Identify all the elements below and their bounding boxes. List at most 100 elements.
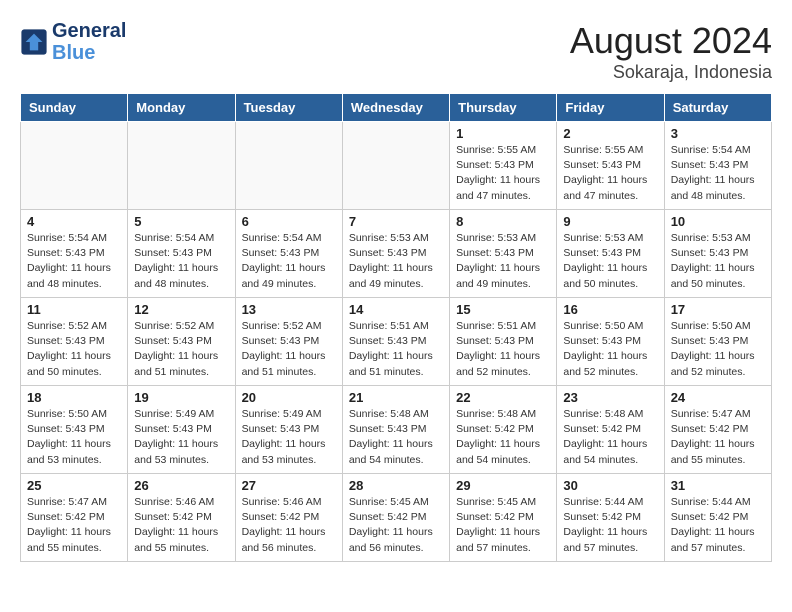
cell-info: Sunrise: 5:54 AMSunset: 5:43 PMDaylight:… xyxy=(671,143,765,204)
calendar-cell: 26 Sunrise: 5:46 AMSunset: 5:42 PMDayligh… xyxy=(128,474,235,562)
day-number: 8 xyxy=(456,214,550,229)
day-number: 6 xyxy=(242,214,336,229)
weekday-header-friday: Friday xyxy=(557,94,664,122)
weekday-header-wednesday: Wednesday xyxy=(342,94,449,122)
calendar-cell: 31 Sunrise: 5:44 AMSunset: 5:42 PMDayligh… xyxy=(664,474,771,562)
cell-info: Sunrise: 5:50 AMSunset: 5:43 PMDaylight:… xyxy=(563,319,657,380)
location-subtitle: Sokaraja, Indonesia xyxy=(570,62,772,83)
cell-info: Sunrise: 5:48 AMSunset: 5:42 PMDaylight:… xyxy=(563,407,657,468)
calendar-cell: 7 Sunrise: 5:53 AMSunset: 5:43 PMDaylight… xyxy=(342,210,449,298)
calendar-cell: 9 Sunrise: 5:53 AMSunset: 5:43 PMDaylight… xyxy=(557,210,664,298)
day-number: 1 xyxy=(456,126,550,141)
cell-info: Sunrise: 5:49 AMSunset: 5:43 PMDaylight:… xyxy=(242,407,336,468)
calendar-cell: 16Sunrise: 5:50 AMSunset: 5:43 PMDayligh… xyxy=(557,298,664,386)
logo-text-line1: General xyxy=(52,20,126,42)
day-number: 13 xyxy=(242,302,336,317)
day-number: 24 xyxy=(671,390,765,405)
calendar-cell: 8 Sunrise: 5:53 AMSunset: 5:43 PMDaylight… xyxy=(450,210,557,298)
logo-text-line2: Blue xyxy=(52,42,126,64)
calendar-cell xyxy=(128,122,235,210)
day-number: 7 xyxy=(349,214,443,229)
calendar-cell: 17 Sunrise: 5:50 AMSunset: 5:43 PMDayligh… xyxy=(664,298,771,386)
cell-info: Sunrise: 5:53 AMSunset: 5:43 PMDaylight:… xyxy=(456,231,550,292)
cell-info: Sunrise: 5:53 AMSunset: 5:43 PMDaylight:… xyxy=(349,231,443,292)
cell-info: Sunrise: 5:46 AMSunset: 5:42 PMDaylight:… xyxy=(134,495,228,556)
calendar-cell: 21Sunrise: 5:48 AMSunset: 5:43 PMDayligh… xyxy=(342,386,449,474)
cell-info: Sunrise: 5:44 AMSunset: 5:42 PMDaylight:… xyxy=(671,495,765,556)
day-number: 25 xyxy=(27,478,121,493)
day-number: 22 xyxy=(456,390,550,405)
weekday-header-sunday: Sunday xyxy=(21,94,128,122)
calendar-cell: 18 Sunrise: 5:50 AMSunset: 5:43 PMDayligh… xyxy=(21,386,128,474)
calendar-cell: 14 Sunrise: 5:51 AMSunset: 5:43 PMDayligh… xyxy=(342,298,449,386)
cell-info: Sunrise: 5:51 AMSunset: 5:43 PMDaylight:… xyxy=(349,319,443,380)
day-number: 5 xyxy=(134,214,228,229)
day-number: 27 xyxy=(242,478,336,493)
weekday-header-saturday: Saturday xyxy=(664,94,771,122)
cell-info: Sunrise: 5:53 AMSunset: 5:43 PMDaylight:… xyxy=(563,231,657,292)
day-number: 30 xyxy=(563,478,657,493)
weekday-header-thursday: Thursday xyxy=(450,94,557,122)
calendar-cell: 3 Sunrise: 5:54 AMSunset: 5:43 PMDaylight… xyxy=(664,122,771,210)
cell-info: Sunrise: 5:44 AMSunset: 5:42 PMDaylight:… xyxy=(563,495,657,556)
day-number: 19 xyxy=(134,390,228,405)
calendar-cell: 25 Sunrise: 5:47 AMSunset: 5:42 PMDayligh… xyxy=(21,474,128,562)
day-number: 18 xyxy=(27,390,121,405)
day-number: 28 xyxy=(349,478,443,493)
calendar-table: SundayMondayTuesdayWednesdayThursdayFrid… xyxy=(20,93,772,562)
calendar-cell: 22Sunrise: 5:48 AMSunset: 5:42 PMDayligh… xyxy=(450,386,557,474)
cell-info: Sunrise: 5:47 AMSunset: 5:42 PMDaylight:… xyxy=(27,495,121,556)
day-number: 10 xyxy=(671,214,765,229)
calendar-cell: 27 Sunrise: 5:46 AMSunset: 5:42 PMDayligh… xyxy=(235,474,342,562)
day-number: 20 xyxy=(242,390,336,405)
day-number: 9 xyxy=(563,214,657,229)
calendar-cell: 19 Sunrise: 5:49 AMSunset: 5:43 PMDayligh… xyxy=(128,386,235,474)
calendar-cell: 15 Sunrise: 5:51 AMSunset: 5:43 PMDayligh… xyxy=(450,298,557,386)
cell-info: Sunrise: 5:46 AMSunset: 5:42 PMDaylight:… xyxy=(242,495,336,556)
day-number: 31 xyxy=(671,478,765,493)
title-block: August 2024 Sokaraja, Indonesia xyxy=(570,20,772,83)
day-number: 15 xyxy=(456,302,550,317)
day-number: 23 xyxy=(563,390,657,405)
cell-info: Sunrise: 5:54 AMSunset: 5:43 PMDaylight:… xyxy=(134,231,228,292)
calendar-cell: 5 Sunrise: 5:54 AMSunset: 5:43 PMDaylight… xyxy=(128,210,235,298)
day-number: 12 xyxy=(134,302,228,317)
calendar-cell: 1 Sunrise: 5:55 AMSunset: 5:43 PMDaylight… xyxy=(450,122,557,210)
day-number: 3 xyxy=(671,126,765,141)
cell-info: Sunrise: 5:50 AMSunset: 5:43 PMDaylight:… xyxy=(27,407,121,468)
day-number: 14 xyxy=(349,302,443,317)
cell-info: Sunrise: 5:51 AMSunset: 5:43 PMDaylight:… xyxy=(456,319,550,380)
calendar-cell xyxy=(342,122,449,210)
cell-info: Sunrise: 5:49 AMSunset: 5:43 PMDaylight:… xyxy=(134,407,228,468)
cell-info: Sunrise: 5:54 AMSunset: 5:43 PMDaylight:… xyxy=(242,231,336,292)
calendar-cell: 12 Sunrise: 5:52 AMSunset: 5:43 PMDayligh… xyxy=(128,298,235,386)
day-number: 26 xyxy=(134,478,228,493)
calendar-cell: 6 Sunrise: 5:54 AMSunset: 5:43 PMDaylight… xyxy=(235,210,342,298)
calendar-cell xyxy=(21,122,128,210)
calendar-cell: 2Sunrise: 5:55 AMSunset: 5:43 PMDaylight… xyxy=(557,122,664,210)
calendar-cell: 11Sunrise: 5:52 AMSunset: 5:43 PMDayligh… xyxy=(21,298,128,386)
calendar-cell xyxy=(235,122,342,210)
cell-info: Sunrise: 5:50 AMSunset: 5:43 PMDaylight:… xyxy=(671,319,765,380)
cell-info: Sunrise: 5:55 AMSunset: 5:43 PMDaylight:… xyxy=(456,143,550,204)
weekday-header-monday: Monday xyxy=(128,94,235,122)
cell-info: Sunrise: 5:45 AMSunset: 5:42 PMDaylight:… xyxy=(456,495,550,556)
cell-info: Sunrise: 5:52 AMSunset: 5:43 PMDaylight:… xyxy=(242,319,336,380)
calendar-cell: 24Sunrise: 5:47 AMSunset: 5:42 PMDayligh… xyxy=(664,386,771,474)
cell-info: Sunrise: 5:52 AMSunset: 5:43 PMDaylight:… xyxy=(134,319,228,380)
calendar-cell: 10 Sunrise: 5:53 AMSunset: 5:43 PMDayligh… xyxy=(664,210,771,298)
calendar-cell: 28 Sunrise: 5:45 AMSunset: 5:42 PMDayligh… xyxy=(342,474,449,562)
day-number: 17 xyxy=(671,302,765,317)
month-year-title: August 2024 xyxy=(570,20,772,62)
cell-info: Sunrise: 5:52 AMSunset: 5:43 PMDaylight:… xyxy=(27,319,121,380)
cell-info: Sunrise: 5:55 AMSunset: 5:43 PMDaylight:… xyxy=(563,143,657,204)
day-number: 21 xyxy=(349,390,443,405)
calendar-cell: 20 Sunrise: 5:49 AMSunset: 5:43 PMDayligh… xyxy=(235,386,342,474)
cell-info: Sunrise: 5:53 AMSunset: 5:43 PMDaylight:… xyxy=(671,231,765,292)
logo: General Blue xyxy=(20,20,126,64)
page-header: General Blue August 2024 Sokaraja, Indon… xyxy=(20,20,772,83)
calendar-cell: 23 Sunrise: 5:48 AMSunset: 5:42 PMDayligh… xyxy=(557,386,664,474)
cell-info: Sunrise: 5:45 AMSunset: 5:42 PMDaylight:… xyxy=(349,495,443,556)
calendar-cell: 29Sunrise: 5:45 AMSunset: 5:42 PMDayligh… xyxy=(450,474,557,562)
weekday-header-tuesday: Tuesday xyxy=(235,94,342,122)
